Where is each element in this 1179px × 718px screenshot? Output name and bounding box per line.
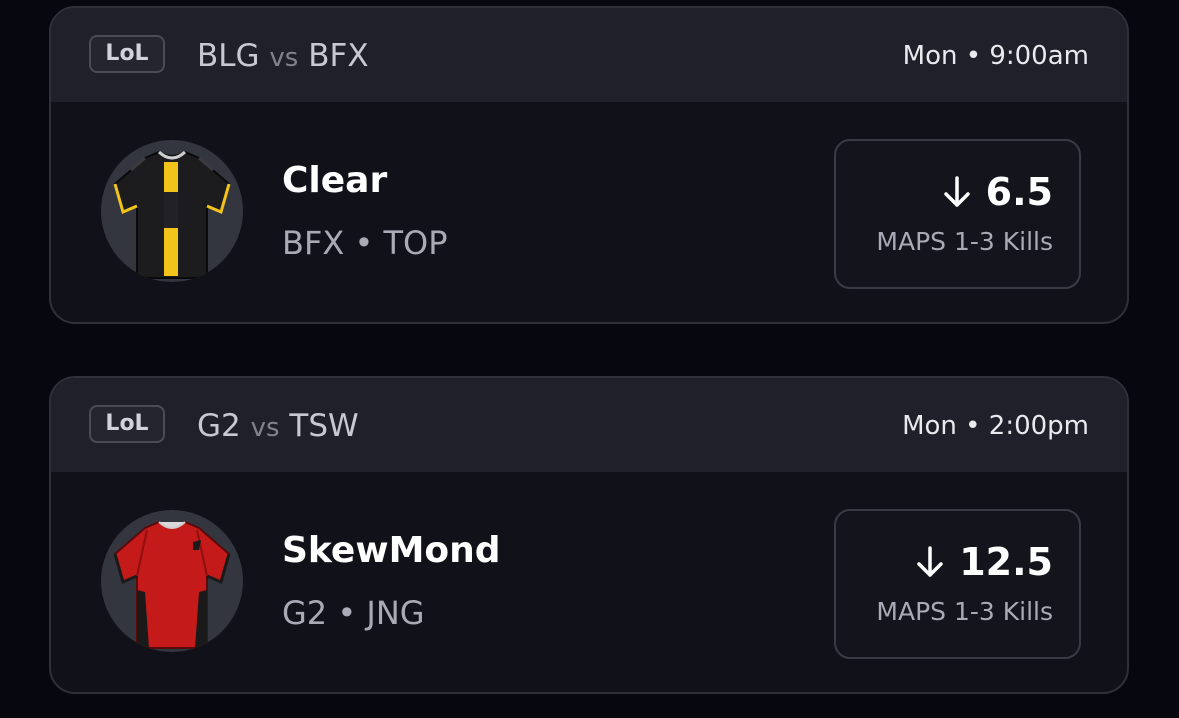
team-a: BLG <box>197 38 260 74</box>
arrow-down-icon <box>917 546 943 577</box>
vs-label: vs <box>250 413 280 443</box>
matchup: BLG vs BFX <box>197 34 369 80</box>
player-team: BFX <box>282 224 345 262</box>
league-badge: LoL <box>89 405 165 443</box>
player-team-position: G2 • JNG <box>282 591 425 635</box>
team-a: G2 <box>197 408 241 444</box>
black-yellow-jersey-icon <box>113 150 231 279</box>
card-header: LoL G2 vs TSW Mon • 2:00pm <box>51 378 1127 472</box>
stat-label: MAPS 1-3 Kills <box>876 597 1053 626</box>
projection-card[interactable]: LoL G2 vs TSW Mon • 2:00pm SkewMond G2 •… <box>49 376 1129 694</box>
team-b: TSW <box>289 408 359 444</box>
projection-line-button[interactable]: 6.5 MAPS 1-3 Kills <box>834 139 1081 289</box>
team-b: BFX <box>308 38 369 74</box>
player-avatar <box>101 510 243 652</box>
league-badge: LoL <box>89 35 165 73</box>
player-name: SkewMond <box>282 530 501 571</box>
player-team-position: BFX • TOP <box>282 221 448 265</box>
line-value-row: 6.5 <box>942 169 1053 215</box>
player-team: G2 <box>282 594 328 632</box>
line-value: 12.5 <box>959 540 1053 584</box>
vs-label: vs <box>269 43 299 73</box>
player-avatar <box>101 140 243 282</box>
red-jersey-icon <box>113 520 231 649</box>
player-name: Clear <box>282 160 388 201</box>
matchup: G2 vs TSW <box>197 404 359 450</box>
separator-dot: • <box>354 224 374 262</box>
separator-dot: • <box>337 594 357 632</box>
player-position: JNG <box>366 594 425 632</box>
arrow-down-icon <box>943 176 970 207</box>
game-time: Mon • 2:00pm <box>902 411 1089 441</box>
player-position: TOP <box>383 224 448 262</box>
line-value: 6.5 <box>985 170 1053 214</box>
card-header: LoL BLG vs BFX Mon • 9:00am <box>51 8 1127 102</box>
line-value-row: 12.5 <box>915 539 1053 585</box>
projection-card[interactable]: LoL BLG vs BFX Mon • 9:00am Clear BFX • <box>49 6 1129 324</box>
game-time: Mon • 9:00am <box>902 41 1089 71</box>
stat-label: MAPS 1-3 Kills <box>876 227 1053 256</box>
projection-line-button[interactable]: 12.5 MAPS 1-3 Kills <box>834 509 1081 659</box>
